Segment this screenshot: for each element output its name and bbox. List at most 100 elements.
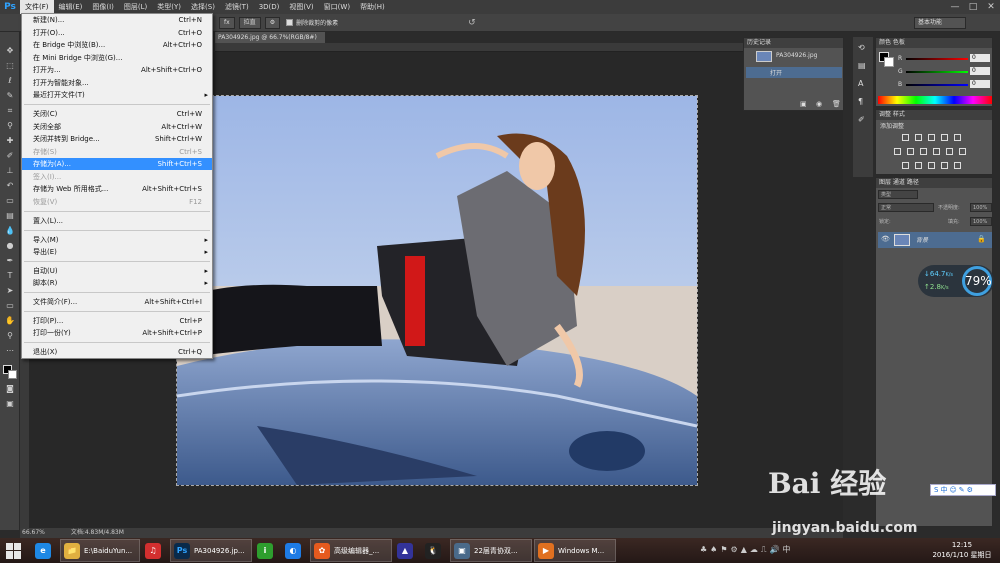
stamp-tool-icon[interactable]: ⊥ (4, 166, 16, 176)
taskbar-iqiyi[interactable]: i (254, 539, 280, 562)
brightness-icon[interactable] (902, 134, 909, 141)
menu-item-revert[interactable]: 恢复(V) F12 (22, 196, 212, 208)
dodge-tool-icon[interactable]: ● (4, 241, 16, 251)
crop-tool-icon[interactable]: ⌗ (4, 106, 16, 116)
reset-icon[interactable]: ↺ (468, 18, 476, 28)
hue-saturation-icon[interactable] (894, 148, 901, 155)
system-clock[interactable]: 12:15 2016/1/10 星期日 (932, 540, 992, 560)
workspace-select[interactable]: 基本功能 (914, 17, 966, 29)
menu-item-scripts[interactable]: 脚本(R) ▸ (22, 277, 212, 289)
close-button[interactable]: ✕ (982, 2, 1000, 12)
gear-icon[interactable]: ⚙ (264, 16, 281, 29)
menu-item-open-as[interactable]: 打开为... Alt+Shift+Ctrl+O (22, 64, 212, 76)
trash-icon[interactable]: 🗑 (832, 100, 841, 108)
menu-item-open[interactable]: 打开(O)... Ctrl+O (22, 27, 212, 39)
network-monitor-widget[interactable]: ↓64.7K/s ↑2.8K/s 79% (918, 265, 994, 297)
menu-item-open-smart-object[interactable]: 打开为智能对象... (22, 77, 212, 89)
menu-filter[interactable]: 滤镜(T) (220, 0, 254, 14)
menu-item-browse-mini-bridge[interactable]: 在 Mini Bridge 中浏览(G)... (22, 52, 212, 64)
eraser-tool-icon[interactable]: ▭ (4, 196, 16, 206)
menu-item-close[interactable]: 关闭(C) Ctrl+W (22, 108, 212, 120)
fill-input[interactable]: 100% (970, 217, 992, 226)
taskbar-music[interactable]: ♫ (142, 539, 168, 562)
color-lookup-icon[interactable] (959, 148, 966, 155)
start-button[interactable] (6, 542, 22, 559)
red-value[interactable]: 0 (970, 54, 990, 62)
delete-cropped-checkbox[interactable] (286, 19, 294, 26)
vibrance-icon[interactable] (954, 134, 961, 141)
hand-tool-icon[interactable]: ✋ (4, 316, 16, 326)
options-button-fx[interactable]: fx (219, 16, 235, 29)
menu-item-exit[interactable]: 退出(X) Ctrl+Q (22, 346, 212, 358)
taskbar-doc[interactable]: ▣ 22届青协双... (450, 539, 532, 562)
black-white-icon[interactable] (920, 148, 927, 155)
history-brush-tool-icon[interactable]: ↶ (4, 181, 16, 191)
layer-row-background[interactable]: 👁 背景 🔒 (878, 232, 992, 248)
history-panel-icon[interactable]: ⟲ (858, 43, 865, 52)
menu-item-file-info[interactable]: 文件简介(F)... Alt+Shift+Ctrl+I (22, 296, 212, 308)
healing-tool-icon[interactable]: ✚ (4, 136, 16, 146)
menu-item-print-one-copy[interactable]: 打印一份(Y) Alt+Shift+Ctrl+P (22, 327, 212, 339)
brush-panel-icon[interactable]: ✐ (858, 115, 865, 124)
type-tool-icon[interactable]: T (4, 271, 16, 281)
history-step-open[interactable]: 打开 (746, 67, 842, 78)
menu-item-recent-files[interactable]: 最近打开文件(T) ▸ (22, 89, 212, 101)
marquee-tool-icon[interactable]: ⬚ (4, 61, 16, 71)
zoom-tool-icon[interactable]: ⚲ (4, 331, 16, 341)
zoom-level[interactable]: 66.67% (22, 529, 45, 536)
blue-slider[interactable]: B 0 (898, 80, 990, 89)
minimize-button[interactable]: — (946, 2, 964, 12)
properties-panel-icon[interactable]: ▤ (858, 61, 866, 70)
straighten-button[interactable]: 拉直 (238, 16, 261, 29)
selective-color-icon[interactable] (954, 162, 961, 169)
new-document-icon[interactable]: ▣ (800, 100, 807, 108)
menu-item-save-as[interactable]: 存储为(A)... Shift+Ctrl+S (22, 158, 212, 170)
history-tab[interactable]: 历史记录 (744, 38, 843, 48)
snapshot-icon[interactable]: ◉ (816, 100, 822, 108)
menu-item-import[interactable]: 导入(M) ▸ (22, 234, 212, 246)
color-tab[interactable]: 颜色 色板 (876, 38, 992, 48)
menu-item-place[interactable]: 置入(L)... (22, 215, 212, 227)
threshold-icon[interactable] (928, 162, 935, 169)
green-track[interactable] (906, 71, 968, 73)
red-slider[interactable]: R 0 (898, 54, 990, 63)
bg-color-swatch[interactable] (884, 57, 894, 67)
green-value[interactable]: 0 (970, 67, 990, 75)
curves-icon[interactable] (928, 134, 935, 141)
levels-icon[interactable] (915, 134, 922, 141)
ime-toolbar[interactable]: S中☺✎⚙ (930, 484, 996, 496)
red-track[interactable] (906, 58, 968, 60)
menu-layer[interactable]: 图层(L) (119, 0, 152, 14)
paragraph-panel-icon[interactable]: ¶ (858, 97, 863, 106)
maximize-button[interactable]: □ (964, 2, 982, 12)
move-tool-icon[interactable]: ✥ (4, 46, 16, 56)
brush-tool-icon[interactable]: ✐ (4, 151, 16, 161)
layers-tab[interactable]: 图层 通道 路径 (876, 178, 992, 188)
history-snapshot[interactable]: PA304926.jpg (746, 50, 842, 64)
menu-item-print[interactable]: 打印(P)... Ctrl+P (22, 315, 212, 327)
character-panel-icon[interactable]: A (858, 79, 863, 88)
taskbar-media[interactable]: ▶ Windows M... (534, 539, 616, 562)
color-balance-icon[interactable] (907, 148, 914, 155)
adjustments-tab[interactable]: 调整 样式 (876, 110, 992, 120)
menu-item-save[interactable]: 存储(S) Ctrl+S (22, 146, 212, 158)
background-color-swatch[interactable] (8, 370, 17, 379)
menu-type[interactable]: 类型(Y) (152, 0, 186, 14)
menu-help[interactable]: 帮助(H) (355, 0, 390, 14)
gradient-tool-icon[interactable]: ▤ (4, 211, 16, 221)
opacity-input[interactable]: 100% (970, 203, 992, 212)
quick-select-tool-icon[interactable]: ✎ (4, 91, 16, 101)
blue-value[interactable]: 0 (970, 80, 990, 88)
layer-kind-filter[interactable]: 类型 (878, 190, 918, 199)
blue-track[interactable] (906, 84, 968, 86)
invert-icon[interactable] (902, 162, 909, 169)
menu-select[interactable]: 选择(S) (186, 0, 220, 14)
taskbar-photoshop[interactable]: Ps PA304926.jp... (170, 539, 252, 562)
blur-tool-icon[interactable]: 💧 (4, 226, 16, 236)
path-select-tool-icon[interactable]: ➤ (4, 286, 16, 296)
menu-image[interactable]: 图像(I) (87, 0, 119, 14)
menu-item-close-all[interactable]: 关闭全部 Alt+Ctrl+W (22, 121, 212, 133)
document-image[interactable] (176, 95, 698, 486)
menu-view[interactable]: 视图(V) (284, 0, 318, 14)
gradient-map-icon[interactable] (941, 162, 948, 169)
